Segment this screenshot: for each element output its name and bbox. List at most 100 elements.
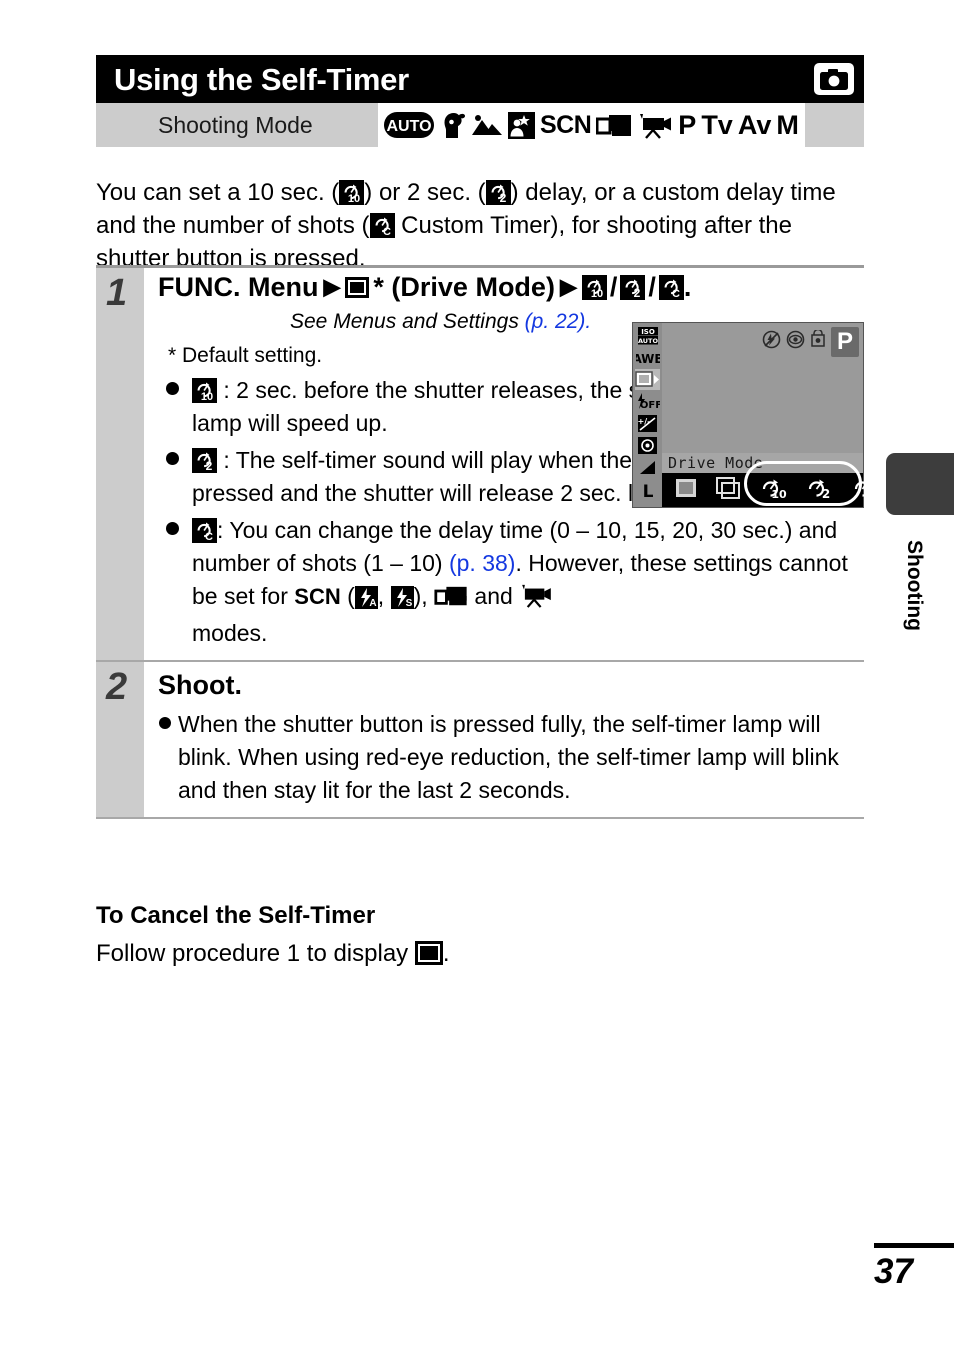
- self-timer-2sec-icon: 2: [485, 180, 511, 205]
- lcd-drive-mode-menu: Drive Mode 10 2 C: [662, 453, 876, 507]
- scn-mode-label: SCN: [540, 110, 592, 139]
- single-shot-icon[interactable]: [674, 477, 698, 504]
- night-snapshot-mode-icon: [508, 111, 535, 139]
- svg-text:AUTO: AUTO: [386, 118, 431, 135]
- shooting-mode-label: Shooting Mode: [158, 111, 313, 138]
- movie-mode-inline-icon: [519, 583, 553, 617]
- bullet-shoot: When the shutter button is pressed fully…: [158, 708, 864, 807]
- drive-mode-options-bar: 10 2 C: [662, 461, 876, 507]
- func-menu-label: FUNC. Menu: [158, 272, 319, 302]
- see-menus-page-link[interactable]: (p. 22).: [525, 310, 592, 333]
- continuous-shot-icon[interactable]: [716, 476, 742, 504]
- compression-icon: [635, 457, 660, 478]
- flash-off-status-icon: [762, 330, 781, 354]
- arrow-right-icon: ▶: [323, 274, 341, 299]
- manual-page: Using the Self-Timer Shooting Mode AUTO: [0, 0, 954, 1345]
- bullet-custom-text-d: ,: [377, 583, 385, 609]
- custom-timer-icon-head: C: [658, 274, 684, 300]
- self-timer-2sec-icon-head: 2: [620, 274, 646, 300]
- self-timer-10sec-icon-b1: 10: [192, 378, 217, 403]
- image-size-icon: L: [635, 479, 660, 500]
- page-number: 37: [874, 1252, 913, 1291]
- intro-paragraph: You can set a 10 sec. ( 10 ) or 2 sec. (…: [96, 176, 868, 275]
- self-timer-2sec-option[interactable]: 2: [806, 476, 834, 505]
- portrait-mode-icon: [439, 112, 466, 139]
- svg-text:A: A: [369, 598, 376, 609]
- svg-text:S: S: [405, 598, 412, 609]
- svg-text:2: 2: [499, 191, 506, 205]
- see-menus-text: See Menus and Settings: [290, 310, 519, 333]
- program-mode-badge: P: [831, 327, 859, 357]
- cancel-text-before: Follow procedure 1 to display: [96, 940, 409, 967]
- svg-text:OFF: OFF: [639, 400, 659, 411]
- bullet-dot: [166, 452, 179, 465]
- drive-mode-icon[interactable]: [635, 369, 660, 390]
- drive-mode-square-icon: [345, 276, 370, 298]
- svg-text:C: C: [672, 288, 680, 300]
- slow-sync-scene-icon: S: [390, 586, 414, 609]
- step-divider-bottom: [96, 817, 864, 819]
- bullet-shoot-text: When the shutter button is pressed fully…: [178, 711, 839, 803]
- bullet-dot: [166, 522, 179, 535]
- metering-mode-icon: [635, 435, 660, 456]
- self-timer-2sec-icon-b2: 2: [192, 448, 217, 473]
- page-title: Using the Self-Timer: [114, 61, 409, 97]
- step-2-bullet-list: When the shutter button is pressed fully…: [158, 708, 864, 807]
- svg-text:AWB: AWB: [636, 352, 660, 366]
- intro-text-2: ) or 2 sec. (: [364, 179, 486, 206]
- side-tab-label: Shooting: [903, 539, 926, 631]
- cancel-text-after: .: [442, 940, 450, 967]
- white-balance-icon: AWB: [635, 347, 660, 368]
- custom-timer-page-link[interactable]: (p. 38): [449, 550, 515, 576]
- fireworks-scene-icon: A: [354, 586, 378, 609]
- svg-text:10: 10: [591, 288, 603, 300]
- camera-icon: [814, 63, 854, 95]
- shooting-mode-icon-list: AUTO SCN P Tv Av M: [378, 103, 805, 147]
- drive-mode-menu-label: Drive Mode: [662, 453, 863, 473]
- camera-shake-warning-icon: [810, 328, 826, 354]
- svg-text:C: C: [383, 226, 391, 238]
- page-title-bar: Using the Self-Timer: [96, 55, 864, 103]
- slash-2: /: [648, 272, 656, 302]
- svg-text:ISO: ISO: [641, 328, 655, 336]
- shooting-mode-strip: Shooting Mode AUTO SCN P Tv Av M: [96, 103, 864, 147]
- av-mode-label: Av: [737, 109, 772, 140]
- red-eye-status-icon: [786, 330, 805, 354]
- custom-timer-option[interactable]: C: [852, 476, 880, 505]
- bullet-custom-text-f: and: [474, 583, 513, 609]
- step-2-body: Shoot. When the shutter button is presse…: [144, 662, 864, 817]
- auto-mode-icon: AUTO: [384, 112, 434, 138]
- bullet-dot: [159, 717, 171, 729]
- svg-text:10: 10: [201, 391, 213, 403]
- step-1-heading-mid: * (Drive Mode): [373, 272, 555, 302]
- exposure-compensation-icon: +/-: [635, 413, 660, 434]
- self-timer-10sec-icon: 10: [339, 180, 365, 205]
- self-timer-10sec-icon-head: 10: [581, 274, 607, 300]
- bullet-custom: C : You can change the delay time (0 – 1…: [158, 514, 864, 650]
- svg-text:L: L: [642, 482, 653, 500]
- lcd-func-menu-column: ISO AUTO AWB OFF +/- L: [633, 323, 662, 507]
- svg-text:2: 2: [822, 487, 830, 500]
- stitch-assist-inline-icon: [434, 584, 468, 617]
- svg-text:C: C: [868, 488, 876, 500]
- svg-text:10: 10: [348, 193, 360, 205]
- bullet-custom-text-e: ),: [413, 583, 428, 609]
- svg-text:AUTO: AUTO: [637, 337, 658, 345]
- tv-mode-label: Tv: [701, 109, 733, 140]
- landscape-mode-icon: [471, 114, 503, 136]
- manual-mode-label: M: [776, 109, 799, 140]
- lcd-screen-illustration: ISO AUTO AWB OFF +/- L P Drive Mode 10 2…: [632, 322, 876, 508]
- custom-timer-icon-b3: C: [192, 518, 217, 543]
- svg-text:10: 10: [771, 488, 787, 500]
- svg-text:2: 2: [206, 459, 213, 473]
- movie-mode-icon: [637, 112, 673, 139]
- step-2-heading: Shoot.: [158, 670, 242, 700]
- program-mode-label: P: [678, 109, 697, 140]
- iso-auto-icon: ISO AUTO: [635, 325, 660, 346]
- self-timer-10sec-option[interactable]: 10: [760, 476, 788, 505]
- svg-text:2: 2: [634, 286, 641, 300]
- page-number-rule: [874, 1243, 954, 1248]
- svg-text:C: C: [205, 531, 213, 543]
- step-2: 2 Shoot. When the shutter button is pres…: [96, 662, 864, 817]
- stitch-assist-mode-icon: [596, 113, 632, 138]
